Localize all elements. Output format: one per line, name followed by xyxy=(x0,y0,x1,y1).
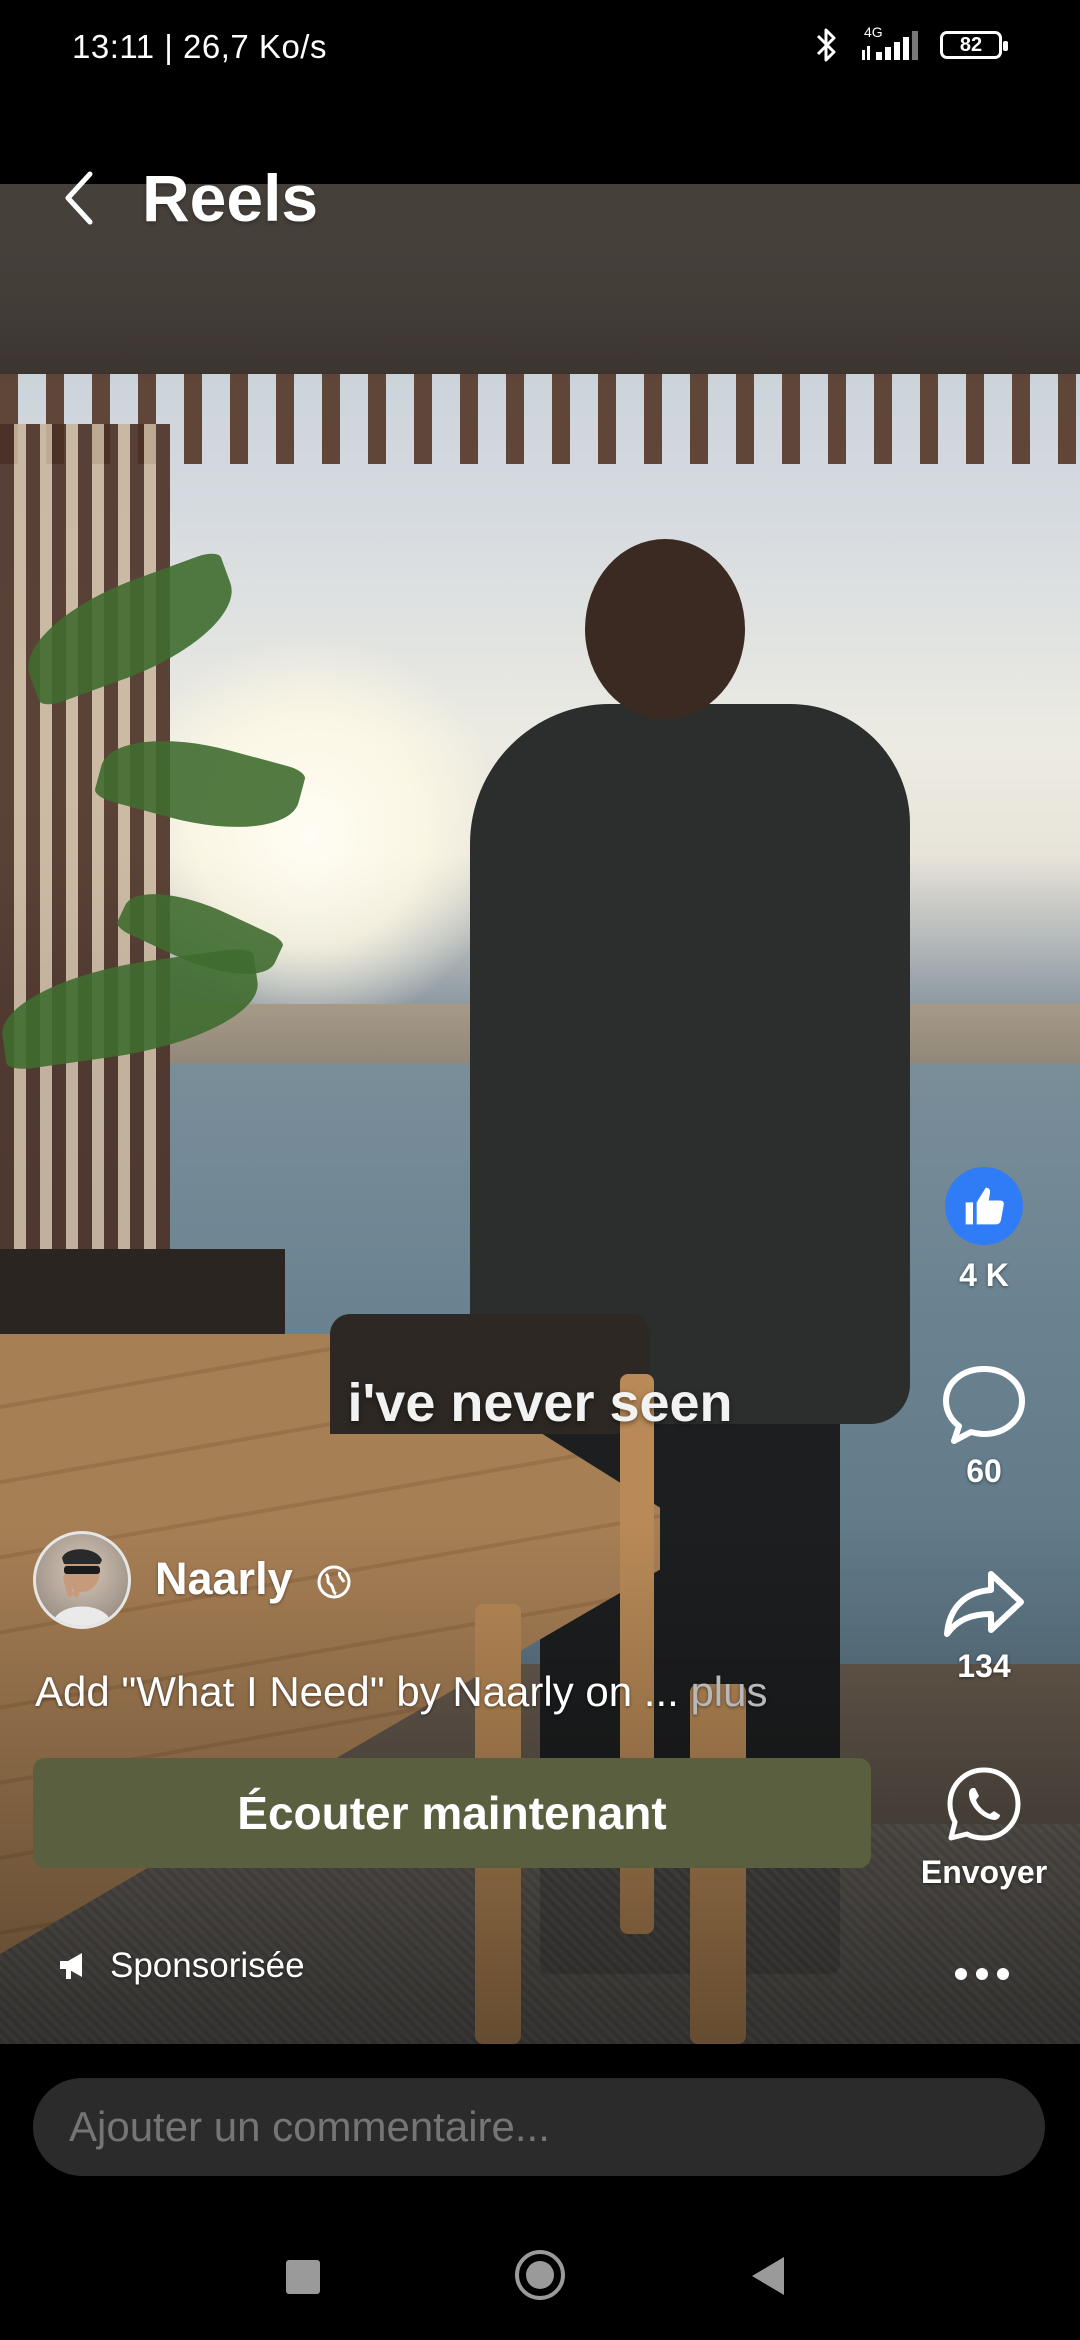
sponsored-label: Sponsorisée xyxy=(58,1946,305,1986)
status-bar: 13:11 | 26,7 Ko/s 4G 82 xyxy=(0,0,1080,100)
share-action[interactable]: 134 xyxy=(920,1568,1048,1685)
bluetooth-icon xyxy=(816,28,836,62)
dot xyxy=(976,1968,988,1980)
avatar-image xyxy=(52,1549,112,1626)
battery-indicator: 82 xyxy=(940,31,1008,59)
post-description[interactable]: Add "What I Need" by Naarly on ... plus xyxy=(35,1668,768,1716)
description-text: Add "What I Need" by Naarly on ... xyxy=(35,1668,679,1715)
globe-icon xyxy=(317,1565,351,1599)
author-avatar[interactable] xyxy=(33,1531,131,1629)
back-button[interactable] xyxy=(60,168,104,228)
listen-now-button[interactable]: Écouter maintenant xyxy=(33,1758,871,1868)
share-count: 134 xyxy=(957,1648,1011,1684)
status-time: 13:11 | 26,7 Ko/s xyxy=(72,28,327,65)
reels-header: Reels xyxy=(60,160,318,236)
square-icon[interactable] xyxy=(286,2260,320,2294)
dot xyxy=(955,1968,967,1980)
whatsapp-icon[interactable] xyxy=(944,1764,1024,1844)
chevron-left-icon xyxy=(65,171,93,225)
author-name[interactable]: Naarly xyxy=(155,1553,293,1605)
thumbs-up-icon xyxy=(965,1187,1004,1225)
comment-action[interactable]: 60 xyxy=(920,1363,1048,1490)
video-caption: i've never seen xyxy=(347,1373,733,1433)
like-action[interactable]: 4 K xyxy=(920,1167,1048,1294)
comment-input[interactable] xyxy=(33,2078,1045,2176)
like-count: 4 K xyxy=(959,1257,1009,1293)
signal-icon: 4G xyxy=(858,24,922,62)
comment-bubble-icon[interactable] xyxy=(940,1363,1028,1447)
megaphone-icon xyxy=(60,1953,82,1979)
sponsored-text: Sponsorisée xyxy=(110,1946,305,1985)
page-title: Reels xyxy=(142,161,319,235)
comment-count: 60 xyxy=(966,1453,1002,1489)
send-action[interactable]: Envoyer xyxy=(910,1764,1058,1891)
network-type: 4G xyxy=(864,24,883,40)
see-more-link[interactable]: plus xyxy=(679,1668,767,1715)
scene-person-head xyxy=(585,539,745,719)
like-button[interactable] xyxy=(945,1167,1023,1245)
dot xyxy=(997,1968,1009,1980)
send-label: Envoyer xyxy=(920,1854,1048,1890)
triangle-back-icon[interactable] xyxy=(752,2257,784,2295)
circle-home-icon[interactable] xyxy=(515,2250,565,2300)
share-arrow-icon[interactable] xyxy=(941,1568,1027,1640)
status-icons: 4G 82 xyxy=(814,24,1008,64)
more-dots-icon[interactable] xyxy=(955,1968,1009,1980)
